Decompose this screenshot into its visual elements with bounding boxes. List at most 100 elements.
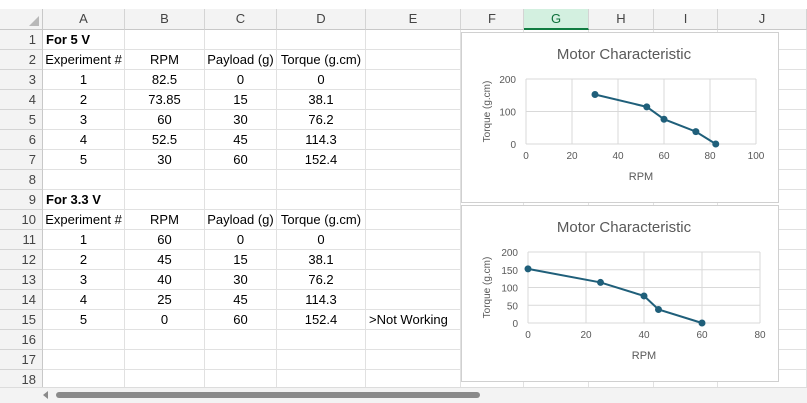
row-header-12[interactable]: 12	[0, 250, 43, 270]
cell-d7[interactable]: 152.4	[277, 150, 366, 170]
row-header-15[interactable]: 15	[0, 310, 43, 330]
cell-b16[interactable]	[125, 330, 205, 350]
cell-a13[interactable]: 3	[43, 270, 125, 290]
cell-c3[interactable]: 0	[205, 70, 277, 90]
row-header-5[interactable]: 5	[0, 110, 43, 130]
cell-d16[interactable]	[277, 330, 366, 350]
cell-a9[interactable]: For 3.3 V	[43, 190, 125, 210]
cell-d6[interactable]: 114.3	[277, 130, 366, 150]
scroll-left-arrow-icon[interactable]	[43, 391, 48, 399]
cell-a6[interactable]: 4	[43, 130, 125, 150]
cell-b17[interactable]	[125, 350, 205, 370]
column-header-a[interactable]: A	[43, 9, 125, 30]
scrollbar-thumb[interactable]	[56, 392, 480, 398]
row-header-14[interactable]: 14	[0, 290, 43, 310]
cell-d10[interactable]: Torque (g.cm)	[277, 210, 366, 230]
column-header-e[interactable]: E	[366, 9, 461, 30]
cell-d11[interactable]: 0	[277, 230, 366, 250]
cell-a10[interactable]: Experiment #	[43, 210, 125, 230]
column-header-d[interactable]: D	[277, 9, 366, 30]
cell-d18[interactable]	[277, 370, 366, 387]
cell-b4[interactable]: 73.85	[125, 90, 205, 110]
cell-d15[interactable]: 152.4	[277, 310, 366, 330]
cell-d5[interactable]: 76.2	[277, 110, 366, 130]
cell-b5[interactable]: 60	[125, 110, 205, 130]
column-header-j[interactable]: J	[718, 9, 807, 30]
cell-e1[interactable]	[366, 30, 461, 50]
row-header-10[interactable]: 10	[0, 210, 43, 230]
cell-c18[interactable]	[205, 370, 277, 387]
cell-a14[interactable]: 4	[43, 290, 125, 310]
chart-5v[interactable]: Motor Characteristic 0 100 200 0 20 40 60 80 100 R…	[461, 32, 779, 203]
row-header-2[interactable]: 2	[0, 50, 43, 70]
cell-d4[interactable]: 38.1	[277, 90, 366, 110]
row-header-16[interactable]: 16	[0, 330, 43, 350]
cell-a11[interactable]: 1	[43, 230, 125, 250]
column-header-i[interactable]: I	[654, 9, 718, 30]
cell-b14[interactable]: 25	[125, 290, 205, 310]
cell-d8[interactable]	[277, 170, 366, 190]
cell-e6[interactable]	[366, 130, 461, 150]
cell-a2[interactable]: Experiment #	[43, 50, 125, 70]
cell-a4[interactable]: 2	[43, 90, 125, 110]
cell-e18[interactable]	[366, 370, 461, 387]
row-header-18[interactable]: 18	[0, 370, 43, 387]
cell-b12[interactable]: 45	[125, 250, 205, 270]
cell-c13[interactable]: 30	[205, 270, 277, 290]
row-header-8[interactable]: 8	[0, 170, 43, 190]
cell-e10[interactable]	[366, 210, 461, 230]
cell-b1[interactable]	[125, 30, 205, 50]
cell-a15[interactable]: 5	[43, 310, 125, 330]
row-header-1[interactable]: 1	[0, 30, 43, 50]
row-header-7[interactable]: 7	[0, 150, 43, 170]
column-header-c[interactable]: C	[205, 9, 277, 30]
cell-a17[interactable]	[43, 350, 125, 370]
cell-e3[interactable]	[366, 70, 461, 90]
column-header-f[interactable]: F	[461, 9, 524, 30]
cell-c5[interactable]: 30	[205, 110, 277, 130]
cell-a18[interactable]	[43, 370, 125, 387]
cell-a12[interactable]: 2	[43, 250, 125, 270]
row-header-13[interactable]: 13	[0, 270, 43, 290]
cell-a3[interactable]: 1	[43, 70, 125, 90]
column-header-g[interactable]: G	[524, 9, 589, 30]
cell-e12[interactable]	[366, 250, 461, 270]
cell-b9[interactable]	[125, 190, 205, 210]
cell-c2[interactable]: Payload (g)	[205, 50, 277, 70]
cell-e15[interactable]: >Not Working	[366, 310, 461, 330]
cell-c7[interactable]: 60	[205, 150, 277, 170]
cell-c16[interactable]	[205, 330, 277, 350]
cell-b8[interactable]	[125, 170, 205, 190]
cell-a1[interactable]: For 5 V	[43, 30, 125, 50]
cell-c10[interactable]: Payload (g)	[205, 210, 277, 230]
cell-c8[interactable]	[205, 170, 277, 190]
cell-c9[interactable]	[205, 190, 277, 210]
cell-c1[interactable]	[205, 30, 277, 50]
cell-b6[interactable]: 52.5	[125, 130, 205, 150]
cell-d2[interactable]: Torque (g.cm)	[277, 50, 366, 70]
cell-c15[interactable]: 60	[205, 310, 277, 330]
row-header-9[interactable]: 9	[0, 190, 43, 210]
column-header-h[interactable]: H	[589, 9, 654, 30]
cell-d12[interactable]: 38.1	[277, 250, 366, 270]
cell-e8[interactable]	[366, 170, 461, 190]
cell-b11[interactable]: 60	[125, 230, 205, 250]
cell-b7[interactable]: 30	[125, 150, 205, 170]
column-header-b[interactable]: B	[125, 9, 205, 30]
cell-c6[interactable]: 45	[205, 130, 277, 150]
cell-c14[interactable]: 45	[205, 290, 277, 310]
cell-b13[interactable]: 40	[125, 270, 205, 290]
cell-c4[interactable]: 15	[205, 90, 277, 110]
cell-e9[interactable]	[366, 190, 461, 210]
cell-d13[interactable]: 76.2	[277, 270, 366, 290]
row-header-17[interactable]: 17	[0, 350, 43, 370]
cell-e11[interactable]	[366, 230, 461, 250]
cell-a5[interactable]: 3	[43, 110, 125, 130]
chart-3v3[interactable]: Motor Characteristic 0 50 100 150 200 0 20 40 60 8…	[461, 205, 779, 382]
row-header-6[interactable]: 6	[0, 130, 43, 150]
cell-b2[interactable]: RPM	[125, 50, 205, 70]
cell-e5[interactable]	[366, 110, 461, 130]
cell-e17[interactable]	[366, 350, 461, 370]
cell-d17[interactable]	[277, 350, 366, 370]
cell-a16[interactable]	[43, 330, 125, 350]
